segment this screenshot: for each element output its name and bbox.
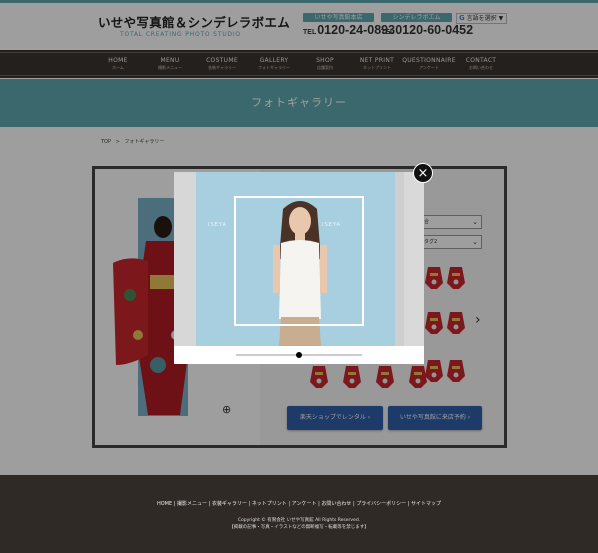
image-slider-thumb[interactable] (296, 352, 302, 358)
footer-link[interactable]: ネットプリント (252, 501, 287, 507)
footer-link[interactable]: サイトマップ (411, 501, 441, 507)
footer-links: HOME | 撮影メニュー | 衣装ギャラリー | ネットプリント | アンケー… (0, 500, 598, 507)
modal-side-panel (174, 172, 196, 346)
footer-link[interactable]: HOME (157, 501, 172, 507)
close-icon[interactable]: × (413, 163, 433, 183)
footer-link[interactable]: アンケート (292, 501, 317, 507)
modal-scrollbar[interactable] (395, 172, 404, 346)
footer-link[interactable]: 撮影メニュー (177, 501, 207, 507)
site-footer (0, 475, 598, 553)
footer-link[interactable]: プライバシーポリシー (356, 501, 406, 507)
footer-link[interactable]: 衣装ギャラリー (212, 501, 247, 507)
watermark: ISEYA (208, 222, 227, 228)
zoom-focus-frame[interactable] (234, 196, 364, 326)
footer-copyright: Copyright © 有限会社 いせや写真館 All Rights Reser… (229, 518, 369, 530)
modal-side-panel (404, 172, 424, 346)
footer-link[interactable]: お問い合わせ (321, 501, 351, 507)
